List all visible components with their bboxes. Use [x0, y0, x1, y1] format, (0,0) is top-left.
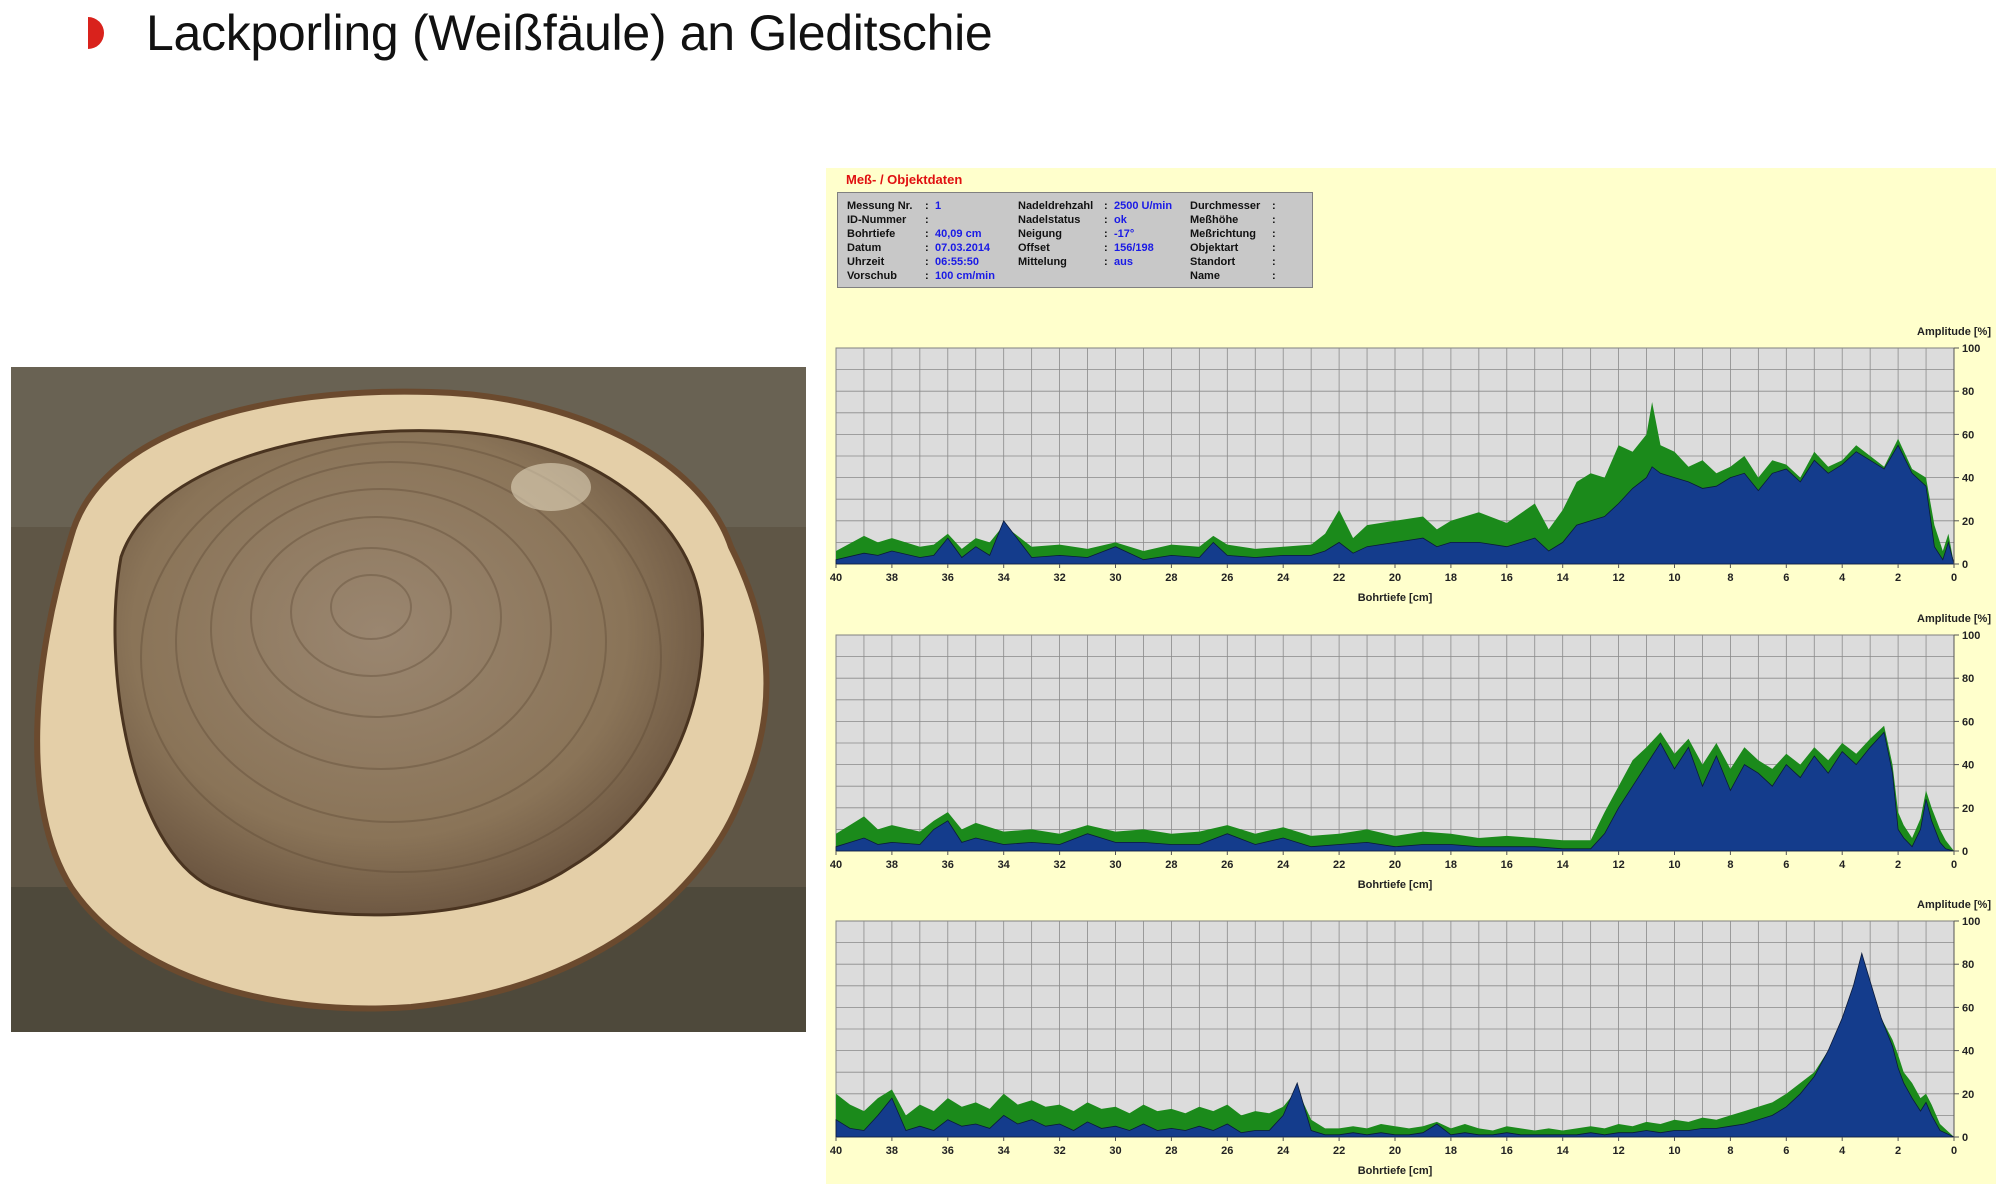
x-tick-label: 4	[1839, 1145, 1846, 1157]
y-axis-label: Amplitude [%]	[1917, 326, 1991, 338]
x-tick-label: 14	[1557, 572, 1570, 584]
x-tick-label: 6	[1783, 859, 1789, 871]
y-tick-label: 0	[1962, 1132, 1968, 1144]
y-tick-label: 40	[1962, 760, 1974, 772]
x-tick-label: 18	[1445, 1145, 1457, 1157]
x-tick-label: 10	[1668, 572, 1680, 584]
x-tick-label: 14	[1557, 859, 1570, 871]
x-tick-label: 26	[1221, 859, 1233, 871]
x-tick-label: 24	[1277, 1145, 1290, 1157]
x-tick-label: 38	[886, 572, 898, 584]
x-tick-label: 20	[1389, 572, 1401, 584]
x-tick-label: 34	[998, 859, 1011, 871]
x-tick-label: 28	[1165, 1145, 1177, 1157]
x-tick-label: 32	[1053, 1145, 1065, 1157]
x-tick-label: 0	[1951, 859, 1957, 871]
x-tick-label: 0	[1951, 1145, 1957, 1157]
x-tick-label: 14	[1557, 1145, 1570, 1157]
x-tick-label: 30	[1109, 859, 1121, 871]
x-tick-label: 10	[1668, 1145, 1680, 1157]
x-tick-label: 10	[1668, 859, 1680, 871]
y-tick-label: 0	[1962, 846, 1968, 858]
chart-2: 020406080100Amplitude [%]40 38 36 34 32 30 28 2…	[830, 613, 1991, 891]
x-tick-label: 24	[1277, 572, 1290, 584]
y-tick-label: 100	[1962, 343, 1980, 355]
x-tick-label: 38	[886, 859, 898, 871]
x-tick-label: 36	[942, 572, 954, 584]
x-tick-label: 8	[1727, 572, 1733, 584]
x-tick-label: 4	[1839, 859, 1846, 871]
y-tick-label: 40	[1962, 1046, 1974, 1058]
x-tick-label: 4	[1839, 572, 1846, 584]
y-tick-label: 20	[1962, 803, 1974, 815]
x-axis-label: Bohrtiefe [cm]	[1358, 879, 1433, 891]
x-tick-label: 40	[830, 1145, 842, 1157]
x-tick-label: 18	[1445, 859, 1457, 871]
x-tick-label: 2	[1895, 572, 1901, 584]
x-tick-label: 8	[1727, 859, 1733, 871]
x-tick-label: 22	[1333, 859, 1345, 871]
x-tick-label: 34	[998, 1145, 1011, 1157]
y-tick-label: 20	[1962, 516, 1974, 528]
x-tick-label: 16	[1501, 859, 1513, 871]
x-tick-label: 28	[1165, 572, 1177, 584]
y-tick-label: 40	[1962, 473, 1974, 485]
y-tick-label: 100	[1962, 630, 1980, 642]
y-tick-label: 80	[1962, 386, 1974, 398]
y-tick-label: 60	[1962, 716, 1974, 728]
x-tick-label: 22	[1333, 1145, 1345, 1157]
x-tick-label: 16	[1501, 572, 1513, 584]
x-tick-label: 20	[1389, 859, 1401, 871]
x-tick-label: 12	[1612, 572, 1624, 584]
y-tick-label: 0	[1962, 559, 1968, 571]
x-tick-label: 2	[1895, 859, 1901, 871]
x-tick-label: 22	[1333, 572, 1345, 584]
chart-3: 020406080100Amplitude [%]40 38 36 34 32 30 28 2…	[830, 899, 1991, 1177]
x-axis-label: Bohrtiefe [cm]	[1358, 592, 1433, 604]
x-tick-label: 12	[1612, 1145, 1624, 1157]
x-tick-label: 20	[1389, 1145, 1401, 1157]
x-tick-label: 26	[1221, 1145, 1233, 1157]
x-tick-label: 32	[1053, 859, 1065, 871]
x-tick-label: 6	[1783, 572, 1789, 584]
x-tick-label: 38	[886, 1145, 898, 1157]
y-tick-label: 60	[1962, 429, 1974, 441]
x-axis-label: Bohrtiefe [cm]	[1358, 1165, 1433, 1177]
x-tick-label: 24	[1277, 859, 1290, 871]
x-tick-label: 32	[1053, 572, 1065, 584]
x-tick-label: 6	[1783, 1145, 1789, 1157]
x-tick-label: 36	[942, 859, 954, 871]
y-tick-label: 20	[1962, 1089, 1974, 1101]
x-tick-label: 34	[998, 572, 1011, 584]
x-tick-label: 26	[1221, 572, 1233, 584]
y-tick-label: 60	[1962, 1002, 1974, 1014]
y-tick-label: 80	[1962, 673, 1974, 685]
y-tick-label: 100	[1962, 916, 1980, 928]
x-tick-label: 30	[1109, 1145, 1121, 1157]
x-tick-label: 30	[1109, 572, 1121, 584]
x-tick-label: 2	[1895, 1145, 1901, 1157]
x-tick-label: 36	[942, 1145, 954, 1157]
x-tick-label: 40	[830, 572, 842, 584]
y-axis-label: Amplitude [%]	[1917, 613, 1991, 625]
x-tick-label: 12	[1612, 859, 1624, 871]
x-tick-label: 8	[1727, 1145, 1733, 1157]
y-axis-label: Amplitude [%]	[1917, 899, 1991, 911]
y-tick-label: 80	[1962, 959, 1974, 971]
x-tick-label: 0	[1951, 572, 1957, 584]
x-tick-label: 40	[830, 859, 842, 871]
x-tick-label: 16	[1501, 1145, 1513, 1157]
chart-1: 020406080100Amplitude [%]40 38 36 34 32 30 28 2…	[830, 326, 1991, 604]
resistograph-charts: 020406080100Amplitude [%]40 38 36 34 32 30 28 2…	[830, 326, 1991, 1177]
x-tick-label: 18	[1445, 572, 1457, 584]
x-tick-label: 28	[1165, 859, 1177, 871]
